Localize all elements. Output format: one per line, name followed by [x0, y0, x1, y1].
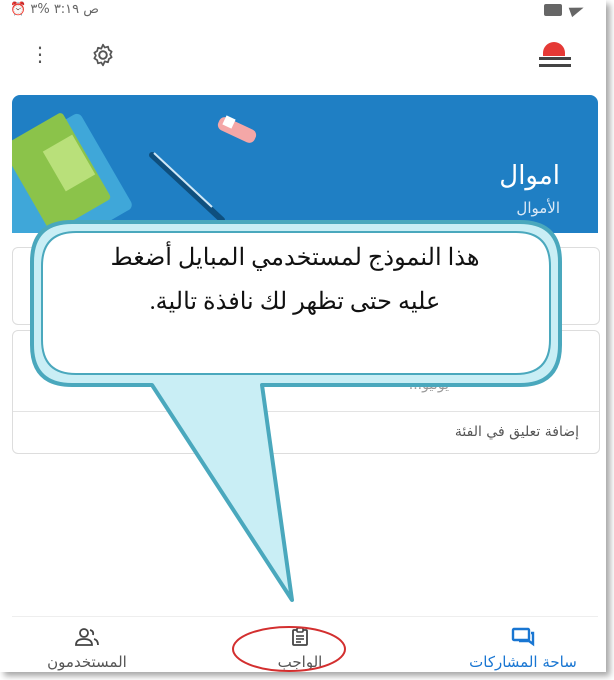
tab-people-label: المستخدمون: [47, 653, 127, 671]
tab-stream-label: ساحة المشاركات: [469, 653, 577, 671]
callout-line-2: عليه حتى تظهر لك نافذة تالية.: [149, 289, 441, 315]
tab-people[interactable]: المستخدمون: [32, 627, 142, 671]
highlight-ring: [232, 626, 346, 672]
callout-bubble: [30, 220, 562, 602]
tab-stream[interactable]: ساحة المشاركات: [448, 627, 598, 671]
phone-screen: ص ٣:١٩ %٣ ⏰ ⋮ اموال الأموال إضافة تعليق …: [0, 0, 606, 672]
callout-line-1: هذا النموذج لمستخدمي المبايل أضغط: [110, 245, 480, 271]
people-icon: [75, 628, 99, 646]
callout-text: هذا النموذج لمستخدمي المبايل أضغط عليه ح…: [60, 236, 530, 324]
forum-icon: [511, 627, 535, 647]
